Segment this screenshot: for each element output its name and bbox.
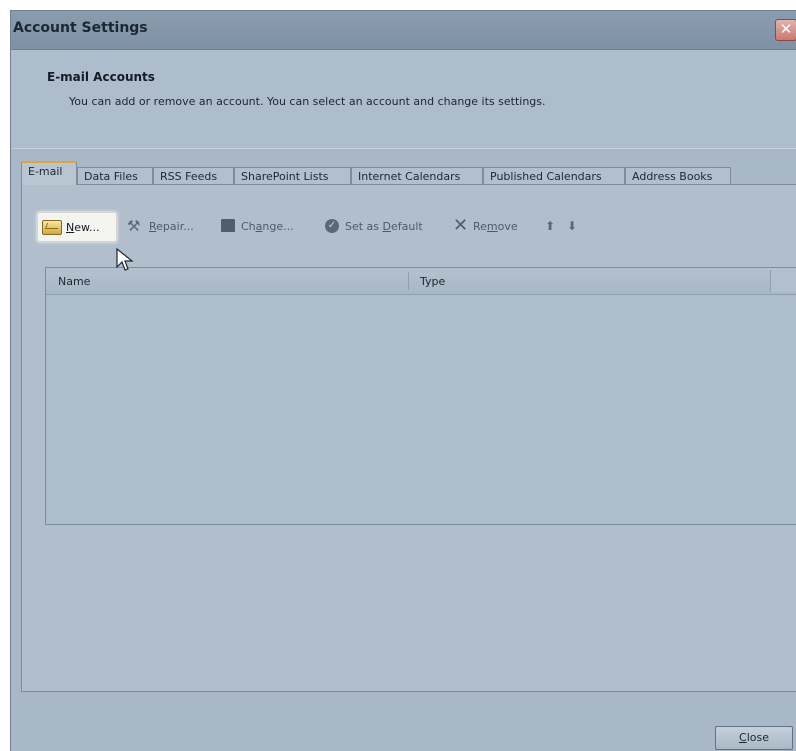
column-type-header[interactable]: Type: [420, 275, 445, 288]
title-bar: Account Settings ✕: [11, 11, 796, 50]
mouse-cursor: [116, 247, 134, 271]
column-divider[interactable]: [408, 272, 409, 290]
remove-button[interactable]: ✕ Remove: [451, 212, 535, 240]
tab-internet-calendars[interactable]: Internet Calendars: [351, 167, 483, 185]
section-description: You can add or remove an account. You ca…: [69, 95, 546, 108]
x-icon: ✕: [453, 215, 469, 236]
check-circle-icon: ✓: [325, 219, 339, 233]
tab-sharepoint-lists[interactable]: SharePoint Lists: [234, 167, 351, 185]
tools-icon: ⚒: [127, 217, 141, 235]
move-up-button[interactable]: ⬆: [543, 212, 559, 240]
envelope-icon: [42, 220, 62, 235]
header-panel: E-mail Accounts You can add or remove an…: [11, 50, 796, 149]
list-header: Name Type: [46, 268, 796, 295]
tab-email[interactable]: E-mail: [21, 161, 77, 185]
tab-address-books[interactable]: Address Books: [625, 167, 731, 185]
arrow-up-icon: ⬆: [545, 219, 556, 233]
account-settings-window: Account Settings ✕ E-mail Accounts You c…: [10, 10, 796, 751]
set-as-default-button[interactable]: ✓ Set as Default: [323, 212, 441, 240]
tab-rss-feeds[interactable]: RSS Feeds: [153, 167, 234, 185]
repair-button[interactable]: ⚒ Repair...: [125, 212, 211, 240]
tab-data-files[interactable]: Data Files: [77, 167, 153, 185]
column-header-filler: [770, 270, 796, 292]
move-down-button[interactable]: ⬇: [565, 212, 581, 240]
change-button[interactable]: Change...: [219, 212, 315, 240]
column-name-header[interactable]: Name: [58, 275, 90, 288]
folder-edit-icon: [221, 219, 235, 232]
accounts-list[interactable]: Name Type: [45, 267, 796, 525]
close-icon[interactable]: ✕: [775, 19, 796, 41]
arrow-down-icon: ⬇: [567, 219, 578, 233]
new-button[interactable]: New...: [37, 212, 117, 242]
toolbar: New... ⚒ Repair... Change... ✓ Set as De…: [31, 209, 771, 245]
tab-published-calendars[interactable]: Published Calendars: [483, 167, 625, 185]
window-title: Account Settings: [13, 20, 148, 36]
section-title: E-mail Accounts: [47, 70, 155, 84]
tab-strip: E-mail Data Files RSS Feeds SharePoint L…: [21, 161, 796, 185]
close-button[interactable]: Close: [715, 726, 793, 750]
